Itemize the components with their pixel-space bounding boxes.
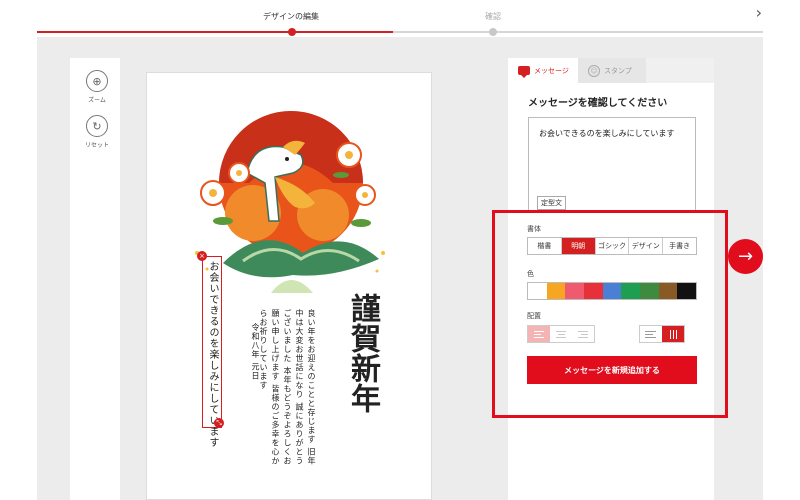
next-arrow-icon[interactable]: → xyxy=(728,239,763,274)
color-swatch[interactable] xyxy=(528,283,547,299)
zoom-icon: ⊕ xyxy=(86,70,108,92)
page: デザインの編集 確認 › ⊕ ズーム ↻ リセット 謹賀新年 良い年をお迎えのこ… xyxy=(0,0,800,500)
align-center-button[interactable] xyxy=(550,326,572,342)
color-palette xyxy=(527,282,697,300)
date-day: 元日 xyxy=(251,362,260,381)
zoom-label: ズーム xyxy=(88,97,106,104)
reset-label: リセット xyxy=(84,142,109,149)
font-section-label: 書体 xyxy=(527,225,541,233)
step-confirm-label: 確認 xyxy=(485,12,501,21)
font-option-handwriting[interactable]: 手書き xyxy=(663,238,696,254)
text-direction-group xyxy=(639,325,685,343)
layout-section-label: 配置 xyxy=(527,312,541,320)
font-option-mincho[interactable]: 明朝 xyxy=(561,238,596,254)
color-swatch[interactable] xyxy=(584,283,603,299)
horizontal-text-button[interactable] xyxy=(640,326,662,342)
tab-stamp-label: スタンプ xyxy=(604,66,632,75)
font-option-gothic[interactable]: ゴシック xyxy=(596,238,630,254)
smile-icon: ☺ xyxy=(588,64,600,77)
reset-button[interactable]: ↻ リセット xyxy=(76,115,118,149)
date-block: 令和八年 元日 xyxy=(249,323,261,393)
color-swatch[interactable] xyxy=(546,283,566,299)
left-tool-panel: ⊕ ズーム ↻ リセット xyxy=(70,58,120,500)
font-option-design[interactable]: デザイン xyxy=(629,238,664,254)
added-message-box[interactable]: お会いできるのを楽しみにしています xyxy=(202,256,222,448)
font-selector: 楷書 明朝 ゴシック デザイン 手書き xyxy=(527,237,697,255)
color-swatch[interactable] xyxy=(658,283,678,299)
align-left-button[interactable] xyxy=(528,326,550,342)
resize-handle-icon[interactable]: ⤡ xyxy=(214,418,224,428)
color-swatch[interactable] xyxy=(621,283,641,299)
greeting-title: 謹賀新年 xyxy=(345,293,380,413)
font-option-kaisho[interactable]: 楷書 xyxy=(528,238,562,254)
step-edit-dot[interactable] xyxy=(288,28,296,36)
template-button[interactable]: 定型文 xyxy=(537,196,566,210)
tab-message-label: メッセージ xyxy=(534,66,569,75)
panel-heading: メッセージを確認してください xyxy=(528,98,668,109)
step-confirm-dot[interactable] xyxy=(489,28,497,36)
date-era: 令和八年 xyxy=(251,323,260,359)
step-progress-active xyxy=(37,31,393,33)
step-progress-inactive xyxy=(393,31,763,33)
text-align-group xyxy=(527,325,595,343)
panel-tabs: メッセージ ☺ スタンプ xyxy=(508,58,714,83)
color-swatch[interactable] xyxy=(602,283,622,299)
color-swatch[interactable] xyxy=(677,283,697,299)
color-swatch[interactable] xyxy=(565,283,585,299)
progress-stepper: デザインの編集 確認 › xyxy=(0,0,800,37)
zoom-button[interactable]: ⊕ ズーム xyxy=(76,70,118,104)
color-section-label: 色 xyxy=(527,270,534,278)
body-line: 良い年をお迎えのことと存じます xyxy=(307,309,316,444)
step-edit-label: デザインの編集 xyxy=(263,12,319,21)
chevron-right-icon[interactable]: › xyxy=(756,3,762,22)
add-message-button[interactable]: メッセージを新規追加する xyxy=(527,356,697,384)
postcard-preview[interactable]: 謹賀新年 良い年をお迎えのことと存じます 旧年中は大変お世話になり 誠にありがと… xyxy=(146,72,432,500)
color-swatch[interactable] xyxy=(640,283,659,299)
delete-message-icon[interactable]: × xyxy=(197,251,207,261)
align-right-button[interactable] xyxy=(572,326,594,342)
tab-message[interactable]: メッセージ xyxy=(508,58,578,83)
greeting-body: 良い年をお迎えのことと存じます 旧年中は大変お世話になり 誠にありがとうございま… xyxy=(257,309,317,469)
reset-icon: ↻ xyxy=(86,115,108,137)
chat-icon xyxy=(518,66,530,78)
vertical-text-button[interactable] xyxy=(662,326,684,342)
tab-stamp[interactable]: ☺ スタンプ xyxy=(578,58,646,83)
